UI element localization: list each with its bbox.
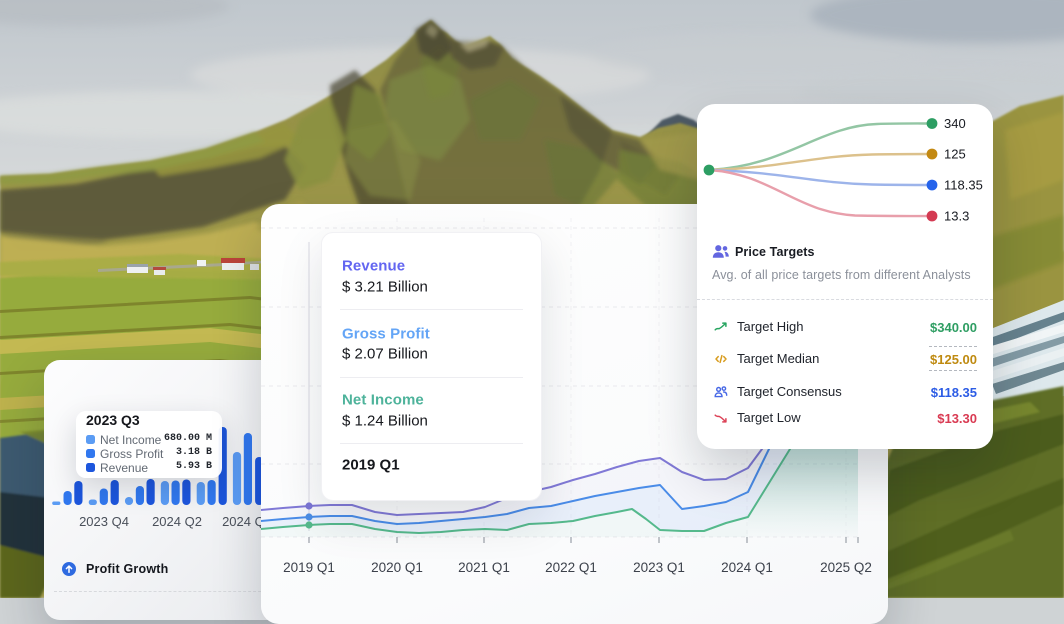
- svg-text:340: 340: [944, 116, 966, 131]
- svg-text:125: 125: [944, 147, 966, 162]
- svg-text:13.3: 13.3: [944, 209, 969, 224]
- svg-text:118.35: 118.35: [944, 178, 983, 193]
